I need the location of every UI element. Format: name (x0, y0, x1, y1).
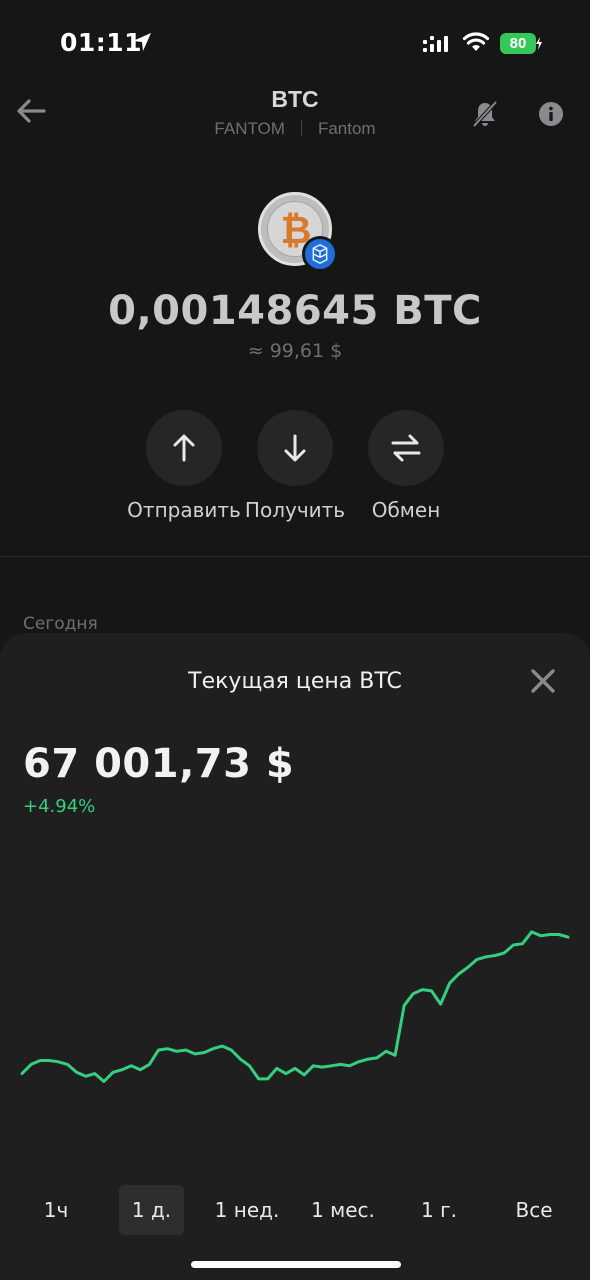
sheet-title: Текущая цена BTC (188, 669, 402, 694)
battery-level: 80 (500, 33, 536, 54)
arrow-down-icon (284, 434, 306, 462)
charging-bolt-icon (536, 37, 542, 50)
arrow-up-icon (173, 434, 195, 462)
send-button[interactable] (146, 410, 222, 486)
swap-icon (391, 434, 421, 462)
network-code: FANTOM (214, 119, 285, 138)
fantom-network-icon (302, 236, 338, 272)
location-arrow-icon (133, 33, 151, 51)
range-1h[interactable]: 1ч (25, 1185, 87, 1235)
network-name: Fantom (317, 119, 376, 138)
asset-balance: 0,00148645 BTC (108, 288, 482, 334)
swap-button[interactable] (368, 410, 444, 486)
page-title: BTC (271, 86, 319, 112)
price-chart[interactable] (0, 883, 590, 1133)
status-bar: 01:11 80 (0, 0, 590, 88)
wifi-icon (462, 32, 490, 51)
notifications-off-icon[interactable] (470, 99, 500, 129)
home-indicator (191, 1261, 401, 1268)
price-change: +4.94% (23, 796, 96, 817)
status-time: 01:11 (60, 28, 143, 57)
price-series-line (20, 930, 570, 1083)
price-sheet: Текущая цена BTC 67 001,73 $ +4.94% 1ч 1… (0, 633, 590, 1280)
asset-header: BTC FANTOM Fantom (0, 82, 590, 152)
network-subtitle: FANTOM Fantom (0, 119, 590, 139)
time-range-selector: 1ч 1 д. 1 нед. 1 мес. 1 г. Все (0, 1183, 590, 1237)
range-1m[interactable]: 1 мес. (303, 1185, 383, 1235)
range-all[interactable]: Все (503, 1185, 565, 1235)
receive-button[interactable] (257, 410, 333, 486)
close-icon[interactable] (528, 666, 558, 696)
range-1d[interactable]: 1 д. (119, 1185, 184, 1235)
cellular-signal-icon (423, 36, 448, 52)
range-1y[interactable]: 1 г. (408, 1185, 470, 1235)
range-1w[interactable]: 1 нед. (208, 1185, 286, 1235)
subtitle-divider (300, 120, 302, 136)
fiat-value: ≈ 99,61 $ (247, 340, 343, 362)
section-divider (0, 556, 590, 557)
coin-logo: ₿ (258, 192, 342, 276)
swap-label[interactable]: Обмен (336, 498, 476, 522)
history-date-header: Сегодня (23, 614, 98, 634)
info-icon[interactable] (538, 101, 564, 127)
current-price: 67 001,73 $ (23, 741, 295, 787)
